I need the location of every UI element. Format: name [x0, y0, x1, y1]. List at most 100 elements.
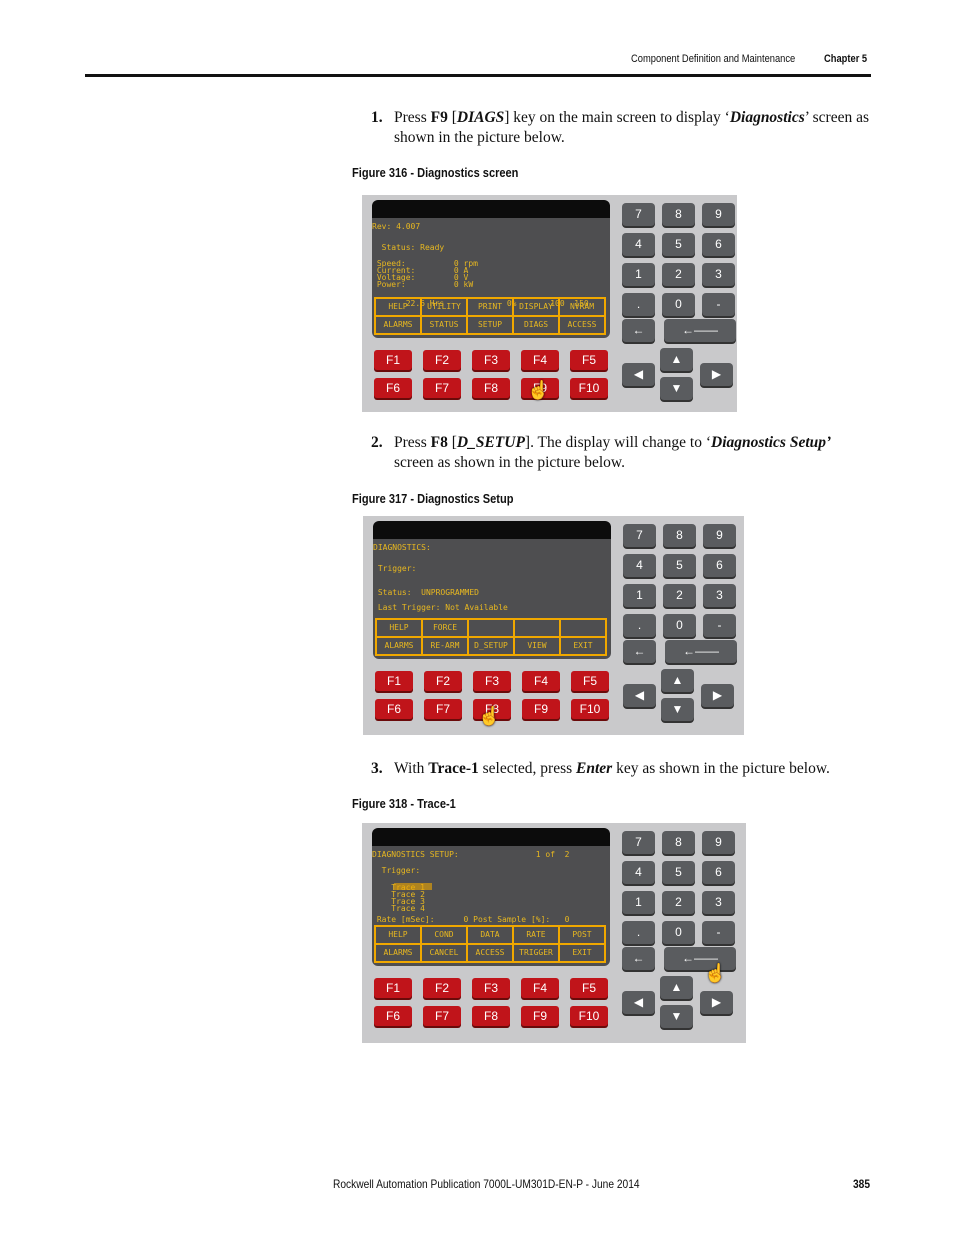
softkey-label: EXIT — [559, 944, 605, 962]
numeric-key: 6 — [703, 554, 736, 577]
function-key-f2: F2 — [424, 671, 462, 691]
function-key-f8: F8 — [472, 1006, 510, 1026]
step-text: With Trace-1 selected, press Enter key a… — [394, 760, 830, 777]
screen-line: DIAGNOSTICS SETUP: 1 of 2 — [372, 850, 570, 859]
function-key-f6: F6 — [374, 378, 412, 398]
numeric-key: 7 — [622, 831, 655, 854]
arrow-down-key: ▼ — [660, 1005, 693, 1028]
softkey-label: POST — [559, 926, 605, 944]
backspace-key: ← — [623, 640, 656, 663]
numeric-key: 6 — [702, 861, 735, 884]
function-key-f10: F10 — [570, 1006, 608, 1026]
numeric-key: 4 — [622, 861, 655, 884]
step-number: 3. — [371, 760, 383, 777]
arrow-right-key: ▶ — [701, 684, 734, 707]
numeric-key: 4 — [623, 554, 656, 577]
function-key-f3: F3 — [473, 671, 511, 691]
lcd-screen: DIAGNOSTICS: Trigger: Status: UNPROGRAMM… — [373, 521, 611, 659]
softkey-label: DISPLAY — [513, 298, 559, 316]
function-key-f4: F4 — [522, 671, 560, 691]
function-key-f7: F7 — [423, 378, 461, 398]
softkey-label: CANCEL — [421, 944, 467, 962]
numeric-key: 3 — [703, 584, 736, 607]
numeric-key: 1 — [623, 584, 656, 607]
function-key-f1: F1 — [374, 978, 412, 998]
arrow-up-key: ▲ — [661, 669, 694, 692]
function-key-f10: F10 — [570, 378, 608, 398]
softkey-label: DIAGS — [513, 316, 559, 334]
hand-pointer-icon: ☝ — [704, 963, 727, 983]
numeric-key: 1 — [622, 891, 655, 914]
function-key-f4: F4 — [521, 350, 559, 370]
screen-line: Status: Ready — [372, 243, 445, 252]
screen-line: DIAGNOSTICS: — [373, 543, 431, 552]
figure-316-image: Rev: 4.007 Status: Ready Speed: 0 rpm Cu… — [362, 195, 737, 412]
function-key-f1: F1 — [374, 350, 412, 370]
softkey-label: PRINT — [467, 298, 513, 316]
arrow-left-key: ◀ — [623, 684, 656, 707]
softkey-label: TRIGGER — [513, 944, 559, 962]
softkey-label: VIEW — [514, 637, 560, 655]
numeric-key: 3 — [702, 891, 735, 914]
numeric-key: 9 — [703, 524, 736, 547]
figure-caption: Figure 316 - Diagnostics screen — [352, 165, 519, 180]
numeric-key: 8 — [662, 831, 695, 854]
softkey-grid: HELP FORCE ALARMS RE-ARM D_SETUP VIEW EXIT — [375, 618, 607, 656]
arrow-right-key: ▶ — [700, 991, 733, 1014]
softkey-grid: HELP UTILITY PRINT DISPLAY NVRAM ALARMS STATUS… — [374, 297, 606, 335]
arrow-down-key: ▼ — [661, 698, 694, 721]
screen-line: Trigger: — [372, 866, 421, 875]
numeric-key: 2 — [663, 584, 696, 607]
footer-publication: Rockwell Automation Publication 7000L-UM… — [333, 1177, 640, 1191]
numeric-key: . — [623, 614, 656, 637]
arrow-left-key: ◀ — [622, 991, 655, 1014]
enter-key: ←—— — [664, 319, 736, 342]
numeric-key: 2 — [662, 891, 695, 914]
arrow-down-key: ▼ — [660, 377, 693, 400]
lcd-screen: DIAGNOSTICS SETUP: 1 of 2 Trigger: Trace… — [372, 828, 610, 966]
softkey-label: HELP — [376, 619, 422, 637]
numeric-key: 5 — [663, 554, 696, 577]
numeric-key: 6 — [702, 233, 735, 256]
function-key-f2: F2 — [423, 978, 461, 998]
lcd-screen: Rev: 4.007 Status: Ready Speed: 0 rpm Cu… — [372, 200, 610, 338]
numeric-key: - — [703, 614, 736, 637]
numeric-key: - — [702, 293, 735, 316]
running-header-section: Component Definition and Maintenance — [631, 53, 796, 65]
function-key-f4: F4 — [521, 978, 559, 998]
numeric-key: 7 — [623, 524, 656, 547]
numeric-key: 9 — [702, 203, 735, 226]
softkey-label: SETUP — [467, 316, 513, 334]
arrow-up-key: ▲ — [660, 348, 693, 371]
numeric-key: 9 — [702, 831, 735, 854]
figure-318-image: DIAGNOSTICS SETUP: 1 of 2 Trigger: Trace… — [362, 823, 746, 1043]
screen-line: Rev: 4.007 — [372, 222, 421, 231]
function-key-f6: F6 — [374, 1006, 412, 1026]
softkey-label: EXIT — [560, 637, 606, 655]
step-1: 1. Press F9 [DIAGS] key on the main scree… — [371, 108, 871, 148]
numeric-key: 7 — [622, 203, 655, 226]
softkey-label: ACCESS — [467, 944, 513, 962]
softkey-label: UTILITY — [421, 298, 467, 316]
running-header-chapter: Chapter 5 — [824, 53, 868, 65]
step-3: 3. With Trace-1 selected, press Enter key… — [371, 759, 871, 779]
numeric-key: 0 — [662, 921, 695, 944]
step-number: 1. — [371, 109, 383, 126]
figure-caption: Figure 317 - Diagnostics Setup — [352, 491, 514, 506]
document-page: Component Definition and Maintenance Cha… — [0, 0, 954, 1235]
softkey-label — [560, 619, 606, 637]
selected-trace-highlight — [394, 883, 432, 890]
numeric-key: 8 — [663, 524, 696, 547]
arrow-right-key: ▶ — [700, 363, 733, 386]
numeric-key: 5 — [662, 233, 695, 256]
softkey-label: DATA — [467, 926, 513, 944]
step-text: Press F8 [D_SETUP]. The display will cha… — [394, 434, 832, 471]
screen-line: Rate [mSec]: 0 Post Sample [%]: 0 — [372, 915, 570, 924]
softkey-label: STATUS — [421, 316, 467, 334]
function-key-f6: F6 — [375, 699, 413, 719]
function-key-f3: F3 — [472, 350, 510, 370]
function-key-f9: F9 — [522, 699, 560, 719]
figure-317-image: DIAGNOSTICS: Trigger: Status: UNPROGRAMM… — [363, 516, 744, 735]
softkey-grid: HELP COND DATA RATE POST ALARMS CANCEL ACCESS TR… — [374, 925, 606, 963]
softkey-label: ALARMS — [375, 316, 421, 334]
